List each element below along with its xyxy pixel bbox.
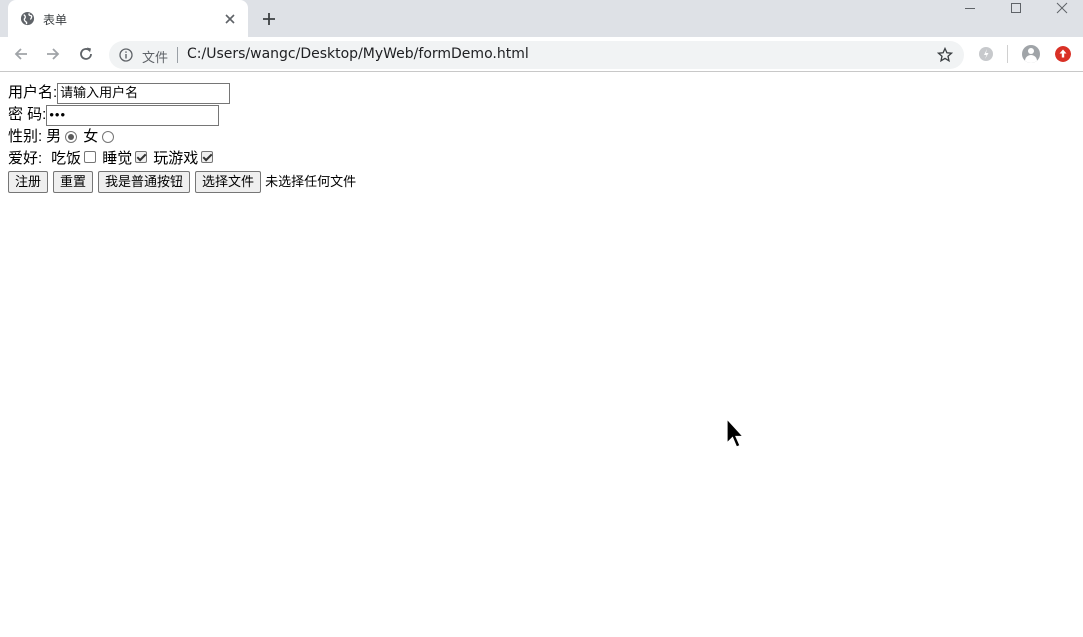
hobby-eat-checkbox[interactable]: [84, 151, 97, 163]
scheme-label: 文件: [142, 51, 169, 66]
username-input[interactable]: 请输入用户名: [57, 82, 231, 104]
maximize-icon[interactable]: [993, 0, 1039, 18]
address-bar[interactable]: 文件 C:/Users/wangc/Desktop/MyWeb/formDemo…: [109, 41, 964, 69]
omnibox-separator: [177, 47, 178, 63]
bookmark-star-icon[interactable]: [937, 47, 953, 63]
minimize-icon[interactable]: [947, 0, 993, 18]
hobby-sleep-label: 睡觉: [102, 150, 133, 167]
username-placeholder: 请输入用户名: [60, 85, 139, 100]
browser-toolbar: 文件 C:/Users/wangc/Desktop/MyWeb/formDemo…: [0, 37, 1083, 72]
close-icon[interactable]: [222, 11, 238, 27]
extension-icon[interactable]: [978, 46, 994, 62]
register-form: 用户名: 请输入用户名 密 码: ••• 性别: 男 女 爱好: 吃饭 睡觉 玩…: [8, 82, 356, 193]
browser-tab[interactable]: 表单: [8, 0, 248, 37]
password-row: 密 码: •••: [8, 104, 356, 126]
reset-button[interactable]: 重置: [53, 171, 94, 193]
submit-button[interactable]: 注册: [8, 171, 49, 193]
info-icon[interactable]: [119, 48, 133, 62]
gender-male-label: 男: [46, 128, 62, 145]
toolbar-divider: [1007, 45, 1008, 63]
gender-label: 性别:: [8, 128, 43, 145]
gender-female-radio[interactable]: [102, 131, 115, 143]
button-row: 注册 重置 我是普通按钮 选择文件 未选择任何文件: [8, 171, 356, 193]
hobby-row: 爱好: 吃饭 睡觉 玩游戏: [8, 148, 356, 170]
username-label: 用户名:: [8, 84, 58, 101]
gender-female-label: 女: [83, 128, 99, 145]
mouse-cursor-icon: [726, 418, 744, 448]
reload-icon[interactable]: [77, 45, 95, 63]
username-row: 用户名: 请输入用户名: [8, 82, 356, 104]
tab-title: 表单: [43, 13, 68, 27]
hobby-label: 爱好:: [8, 150, 43, 167]
plain-button[interactable]: 我是普通按钮: [98, 171, 191, 193]
profile-avatar-icon[interactable]: [1022, 45, 1040, 63]
forward-arrow-icon[interactable]: [44, 45, 62, 63]
hobby-game-checkbox[interactable]: [201, 151, 214, 163]
globe-icon: [20, 11, 35, 26]
hobby-sleep-checkbox[interactable]: [135, 151, 148, 163]
gender-male-radio[interactable]: [65, 131, 78, 143]
hobby-game-label: 玩游戏: [153, 150, 199, 167]
file-status-text: 未选择任何文件: [265, 174, 357, 189]
tab-strip: 表单: [0, 0, 1083, 37]
password-input[interactable]: •••: [46, 104, 220, 126]
hobby-eat-label: 吃饭: [51, 150, 82, 167]
window-close-icon[interactable]: [1039, 0, 1083, 18]
url-text[interactable]: C:/Users/wangc/Desktop/MyWeb/formDemo.ht…: [187, 46, 529, 62]
password-mask: •••: [49, 107, 66, 122]
gender-row: 性别: 男 女: [8, 126, 356, 148]
back-arrow-icon[interactable]: [12, 45, 30, 63]
update-arrow-icon[interactable]: [1055, 46, 1071, 62]
password-label: 密 码:: [8, 106, 47, 123]
new-tab-icon[interactable]: [260, 10, 278, 28]
choose-file-button[interactable]: 选择文件: [195, 171, 262, 193]
